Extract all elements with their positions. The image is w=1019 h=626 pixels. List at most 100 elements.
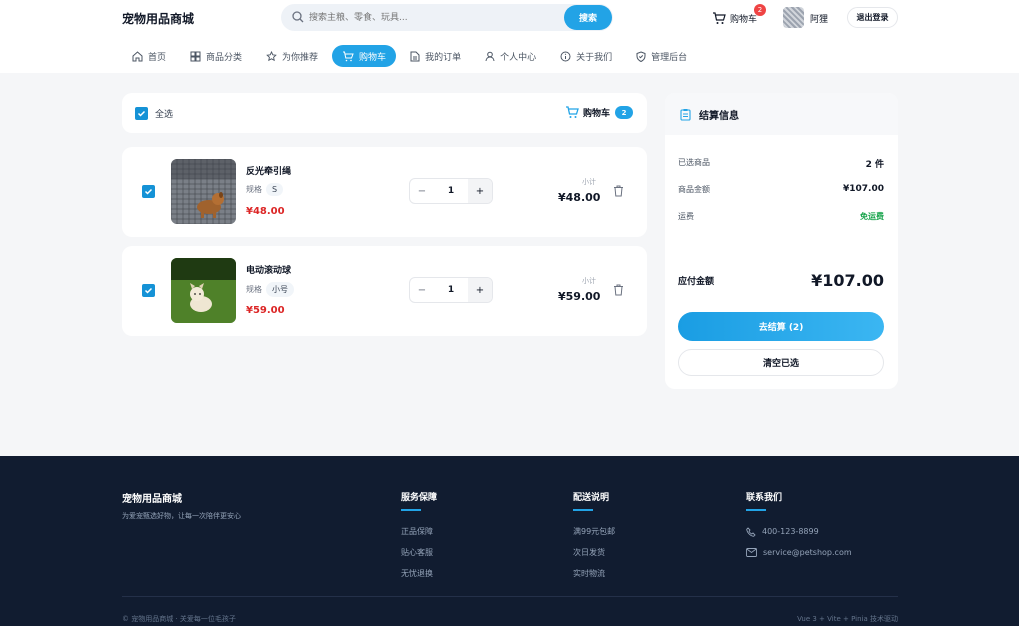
spec-tag: 小号 [266, 282, 294, 297]
nav-item-home[interactable]: 首页 [122, 45, 176, 67]
footer-copyright: © 宠物用品商城 · 关爱每一位毛孩子 [122, 615, 236, 623]
info-icon [560, 51, 571, 61]
item-checkbox[interactable] [142, 284, 155, 297]
nav-label: 为你推荐 [282, 52, 319, 63]
title-underline [573, 509, 593, 511]
subtotal-label: 小计 [582, 277, 596, 285]
footer-link[interactable]: 实时物流 [573, 563, 615, 584]
quantity-value[interactable]: 1 [434, 285, 468, 295]
selected-label: 已选商品 [678, 158, 710, 167]
site-header: 宠物用品商城 搜索 购物车 2 阿狸 退出登录 首页 商品分类 为你推荐 购物车 [0, 0, 1019, 73]
footer-col-service: 服务保障 正品保障 贴心客服 无忧退换 [401, 490, 437, 584]
increment-button[interactable]: + [468, 278, 492, 302]
star-icon [266, 50, 277, 61]
footer-link[interactable]: 贴心客服 [401, 542, 437, 563]
total-value: ¥107.00 [811, 271, 884, 290]
footer-tagline: 为爱宠甄选好物，让每一次陪伴更安心 [122, 512, 241, 520]
quantity-stepper: − 1 + [409, 277, 493, 303]
nav-item-cart[interactable]: 购物车 [332, 45, 397, 67]
footer-link[interactable]: 正品保障 [401, 521, 437, 542]
footer-brand: 宠物用品商城 [122, 494, 182, 505]
quantity-stepper: − 1 + [409, 178, 493, 204]
logout-button[interactable]: 退出登录 [847, 7, 898, 28]
search-button[interactable]: 搜索 [564, 5, 612, 30]
product-name[interactable]: 反光牵引绳 [246, 164, 291, 177]
nav-label: 个人中心 [500, 52, 537, 63]
trash-icon[interactable] [613, 284, 624, 296]
nav-label: 商品分类 [206, 52, 243, 63]
clipboard-icon [680, 108, 691, 121]
product-name[interactable]: 电动滚动球 [246, 263, 291, 276]
footer-col-contact: 联系我们 400-123-8899 service@petshop.com [746, 490, 852, 563]
cart-icon [343, 51, 354, 61]
cart-icon [566, 106, 579, 118]
total-label: 应付金额 [678, 277, 715, 287]
quantity-value[interactable]: 1 [434, 186, 468, 196]
check-icon [137, 110, 146, 117]
checkout-button[interactable]: 去结算 (2) [678, 312, 884, 341]
nav-item-categories[interactable]: 商品分类 [180, 45, 252, 67]
header-cart-label: 购物车 [730, 14, 758, 25]
mail-icon [746, 548, 757, 557]
nav-label: 管理后台 [651, 52, 688, 63]
subtotal-value: ¥48.00 [558, 191, 601, 204]
shipping-value: 免运费 [860, 212, 884, 221]
select-all-checkbox[interactable] [135, 107, 148, 120]
email-text: service@petshop.com [763, 548, 852, 557]
product-spec: 规格 S [246, 183, 284, 196]
phone-icon [746, 526, 756, 537]
grid-icon [190, 51, 201, 61]
title-underline [401, 509, 421, 511]
decrement-button[interactable]: − [410, 179, 434, 203]
clear-selected-button[interactable]: 清空已选 [678, 349, 884, 376]
spec-label: 规格 [246, 285, 262, 294]
search-icon [292, 11, 304, 23]
item-checkbox[interactable] [142, 185, 155, 198]
cart-title-label: 购物车 [583, 109, 611, 119]
nav-label: 购物车 [359, 52, 387, 63]
nav-label: 关于我们 [576, 52, 613, 63]
nav-label: 我的订单 [425, 52, 462, 63]
avatar[interactable] [783, 7, 804, 28]
selected-value: 2 件 [865, 160, 884, 170]
footer-link[interactable]: 无忧退换 [401, 563, 437, 584]
trash-icon[interactable] [613, 185, 624, 197]
cart-count-badge: 2 [754, 4, 766, 16]
shipping-row: 运费 免运费 [678, 211, 884, 222]
selected-row: 已选商品 2 件 [678, 157, 884, 170]
footer-phone[interactable]: 400-123-8899 [746, 521, 852, 542]
check-icon [144, 188, 153, 195]
product-image-leash[interactable] [171, 159, 236, 224]
amount-row: 商品金额 ¥107.00 [678, 184, 884, 195]
nav-item-admin[interactable]: 管理后台 [626, 45, 697, 67]
document-icon [410, 51, 420, 61]
nav-item-recommend[interactable]: 为你推荐 [256, 45, 328, 67]
user-name[interactable]: 阿狸 [810, 12, 828, 25]
footer-email[interactable]: service@petshop.com [746, 542, 852, 563]
nav-label: 首页 [148, 52, 167, 63]
main-nav: 首页 商品分类 为你推荐 购物车 我的订单 个人中心 关于我们 管理后台 [122, 45, 701, 67]
footer-link[interactable]: 满99元包邮 [573, 521, 615, 542]
footer-col-title: 配送说明 [573, 493, 610, 503]
footer-link[interactable]: 次日发货 [573, 542, 615, 563]
nav-item-about[interactable]: 关于我们 [550, 45, 622, 67]
search-input[interactable] [309, 8, 559, 27]
spec-label: 规格 [246, 185, 262, 194]
footer-tech: Vue 3 + Vite + Pinia 技术驱动 [797, 615, 898, 623]
amount-value: ¥107.00 [843, 184, 884, 194]
site-logo[interactable]: 宠物用品商城 [122, 10, 194, 27]
product-image-ball[interactable] [171, 258, 236, 323]
header-cart-link[interactable]: 购物车 2 [712, 4, 766, 26]
footer-col-title: 服务保障 [401, 493, 438, 503]
increment-button[interactable]: + [468, 179, 492, 203]
nav-item-profile[interactable]: 个人中心 [475, 45, 546, 67]
checkout-summary: 结算信息 已选商品 2 件 商品金额 ¥107.00 运费 免运费 应付金额 ¥… [665, 93, 898, 389]
user-icon [485, 51, 495, 61]
search-bar: 搜索 [281, 4, 613, 31]
decrement-button[interactable]: − [410, 278, 434, 302]
product-spec: 规格 小号 [246, 282, 294, 297]
total-row: 应付金额 ¥107.00 [678, 271, 884, 290]
nav-item-orders[interactable]: 我的订单 [400, 45, 471, 67]
phone-text: 400-123-8899 [762, 527, 819, 536]
footer-divider [122, 596, 898, 597]
